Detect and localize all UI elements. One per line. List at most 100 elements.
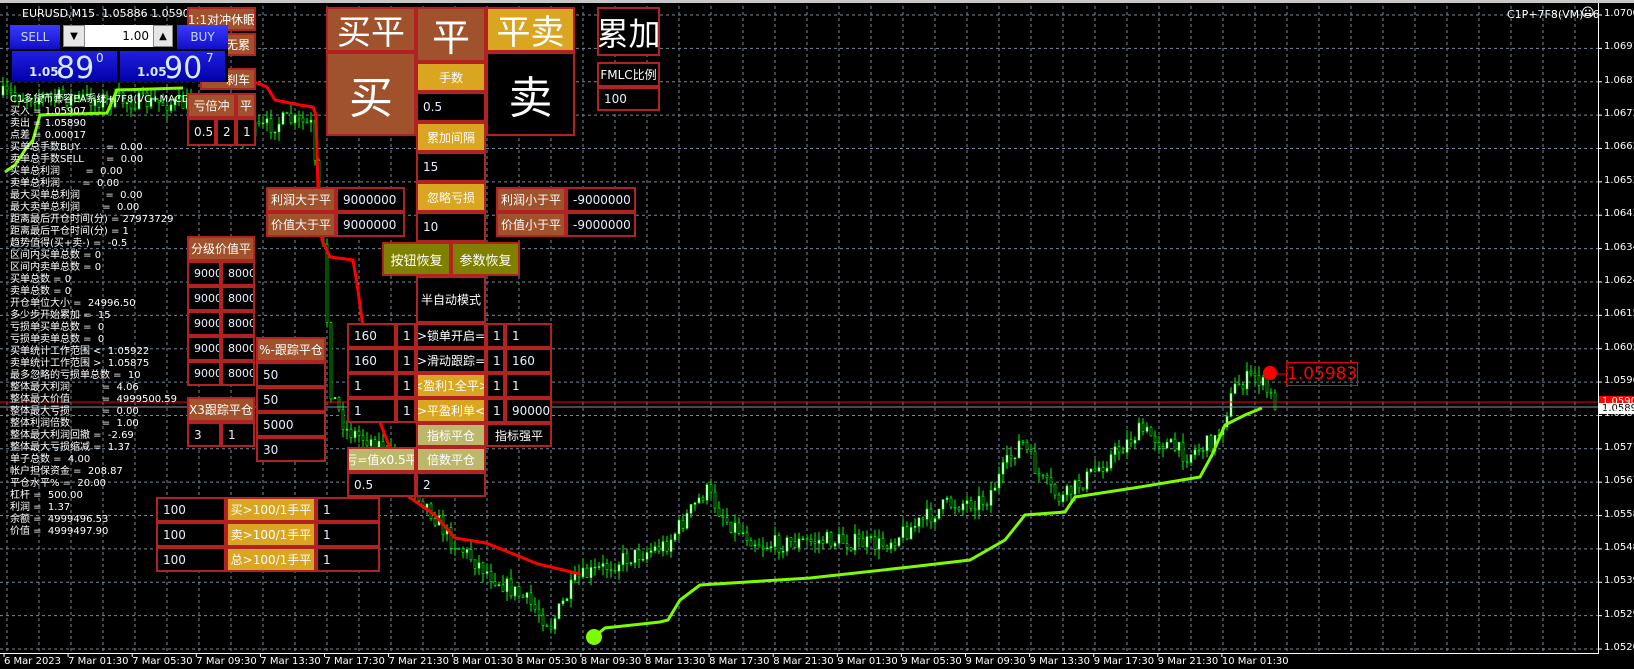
x3-trailing-close-button[interactable]: X3跟踪平仓 bbox=[187, 397, 255, 422]
rule-field[interactable]: 160 bbox=[347, 323, 396, 348]
x3-trailing-field[interactable]: 3 bbox=[187, 422, 221, 447]
param-restore-button[interactable]: 参数恢复 bbox=[451, 242, 520, 276]
tier-value-field[interactable]: 90000 bbox=[187, 361, 221, 386]
semi-auto-mode-button[interactable]: 半自动模式 bbox=[416, 276, 486, 323]
hedge-close-button[interactable]: 平 bbox=[236, 93, 256, 118]
buy-button[interactable]: BUY bbox=[177, 25, 228, 49]
tier-value-field[interactable]: 80000 bbox=[221, 286, 255, 311]
lots-decrease-button[interactable]: ▼ bbox=[63, 25, 85, 47]
sell-price-button[interactable]: 1.05 89 0 bbox=[12, 51, 117, 86]
fmlc-ratio-field[interactable]: 100 bbox=[597, 87, 660, 111]
candle bbox=[333, 397, 337, 400]
hedge-ratio-field[interactable]: 0.5 bbox=[187, 118, 216, 146]
rule-label-button[interactable]: >锁单开启= bbox=[416, 323, 486, 348]
tier-value-field[interactable]: 90000 bbox=[187, 261, 221, 286]
profit-less-close-button[interactable]: 利润小于平 bbox=[496, 187, 566, 212]
loss-value-close-button[interactable]: 亏=值x0.5平 bbox=[347, 447, 416, 472]
loss-multiple-hedge-button[interactable]: 亏倍冲 bbox=[187, 93, 236, 118]
tier-value-field[interactable]: 90000 bbox=[187, 286, 221, 311]
rule-field[interactable]: 1 bbox=[505, 323, 552, 348]
rule-label-button[interactable]: >滑动跟踪= bbox=[416, 348, 486, 373]
rule-field[interactable]: 1 bbox=[396, 323, 416, 348]
sell-button[interactable]: SELL bbox=[10, 25, 60, 49]
tier-value-field[interactable]: 80000 bbox=[221, 361, 255, 386]
profit-less-field[interactable]: -9000000 bbox=[566, 187, 636, 212]
rule-field[interactable]: 1 bbox=[486, 373, 505, 398]
tier-value-field[interactable]: 90000 bbox=[187, 336, 221, 361]
tier-value-field[interactable]: 80000 bbox=[221, 336, 255, 361]
hedge-close-field[interactable]: 1 bbox=[236, 118, 256, 146]
buy-close-button[interactable]: 买平 bbox=[326, 7, 416, 52]
threshold-field[interactable]: 100 bbox=[156, 547, 226, 572]
indicator-force-close-button[interactable]: 指标强平 bbox=[486, 423, 552, 447]
candle bbox=[1081, 487, 1085, 490]
rule-field[interactable]: 1 bbox=[486, 398, 505, 423]
sell-button-large[interactable]: 卖 bbox=[486, 52, 575, 136]
threshold-lots-field[interactable]: 1 bbox=[316, 547, 380, 572]
profit-greater-field[interactable]: 9000000 bbox=[336, 187, 405, 212]
percent-trailing-field[interactable]: 50 bbox=[256, 387, 326, 412]
ignore-loss-field[interactable]: 10 bbox=[416, 212, 486, 242]
multiplier-field[interactable]: 2 bbox=[416, 472, 486, 497]
value-less-close-button[interactable]: 价值小于平 bbox=[496, 212, 566, 237]
rule-field[interactable]: 900000 bbox=[505, 398, 552, 423]
sell-close-button[interactable]: 平卖 bbox=[486, 7, 575, 52]
percent-trailing-close-button[interactable]: %-跟踪平仓 bbox=[256, 337, 326, 362]
lots-increase-button[interactable]: ▲ bbox=[153, 25, 173, 47]
profit-greater-close-button[interactable]: 利润大于平 bbox=[266, 187, 336, 212]
button-restore-button[interactable]: 按钮恢复 bbox=[382, 242, 451, 276]
rule-label-button[interactable]: >平盈利单< bbox=[416, 398, 486, 423]
value-greater-close-button[interactable]: 价值大于平 bbox=[266, 212, 336, 237]
info-line: 整体利润倍数 = 1.00 bbox=[10, 418, 139, 429]
indicator-close-button[interactable]: 指标平仓 bbox=[416, 423, 486, 447]
tier-value-field[interactable]: 80000 bbox=[221, 261, 255, 286]
time-axis-label: 8 Mar 13:30 bbox=[645, 656, 706, 667]
threshold-close-button[interactable]: 卖>100/1手平 bbox=[226, 522, 316, 547]
threshold-lots-field[interactable]: 1 bbox=[316, 522, 380, 547]
candle bbox=[701, 497, 705, 501]
candle bbox=[461, 548, 465, 553]
rule-field[interactable]: 1 bbox=[505, 373, 552, 398]
hedge-multiple-field[interactable]: 2 bbox=[216, 118, 236, 146]
candle bbox=[893, 542, 897, 547]
rule-field[interactable]: 1 bbox=[486, 323, 505, 348]
percent-trailing-field[interactable]: 5000 bbox=[256, 412, 326, 437]
rule-field[interactable]: 1 bbox=[396, 398, 416, 423]
threshold-field[interactable]: 100 bbox=[156, 497, 226, 522]
percent-trailing-field[interactable]: 50 bbox=[256, 362, 326, 387]
loss-value-field[interactable]: 0.5 bbox=[347, 472, 416, 497]
candle bbox=[901, 526, 905, 538]
rule-field[interactable]: 160 bbox=[505, 348, 552, 373]
rule-field[interactable]: 160 bbox=[347, 348, 396, 373]
tiered-value-close-button[interactable]: 分级价值平 bbox=[187, 236, 255, 261]
close-all-button[interactable]: 平 bbox=[416, 7, 486, 62]
time-axis-label: 9 Mar 01:30 bbox=[837, 656, 898, 667]
candle bbox=[1245, 370, 1249, 390]
x3-trailing-field[interactable]: 1 bbox=[221, 422, 255, 447]
rule-label-button[interactable]: <盈利1全平> bbox=[416, 373, 486, 398]
threshold-close-button[interactable]: 买>100/1手平 bbox=[226, 497, 316, 522]
rule-field[interactable]: 1 bbox=[396, 348, 416, 373]
accumulate-interval-field[interactable]: 15 bbox=[416, 152, 486, 182]
value-greater-field[interactable]: 9000000 bbox=[336, 212, 405, 237]
rule-field[interactable]: 1 bbox=[486, 348, 505, 373]
value-less-field[interactable]: -9000000 bbox=[566, 212, 636, 237]
rule-field[interactable]: 1 bbox=[396, 373, 416, 398]
tier-value-field[interactable]: 90000 bbox=[187, 311, 221, 336]
accumulate-button[interactable]: 累加 bbox=[597, 7, 660, 56]
threshold-lots-field[interactable]: 1 bbox=[316, 497, 380, 522]
tier-value-field[interactable]: 80000 bbox=[221, 311, 255, 336]
candle bbox=[905, 526, 909, 540]
percent-trailing-field[interactable]: 30 bbox=[256, 437, 326, 462]
price-axis-label: 1.0539 bbox=[1604, 575, 1634, 587]
info-line: 买入 = 1.05907 bbox=[10, 106, 87, 117]
lots-input[interactable]: 1.00 bbox=[85, 25, 153, 47]
rule-field[interactable]: 1 bbox=[347, 373, 396, 398]
lots-field[interactable]: 0.5 bbox=[416, 92, 486, 122]
multiplier-close-button[interactable]: 倍数平仓 bbox=[416, 447, 486, 472]
threshold-field[interactable]: 100 bbox=[156, 522, 226, 547]
rule-field[interactable]: 1 bbox=[347, 398, 396, 423]
buy-button-large[interactable]: 买 bbox=[326, 52, 416, 136]
buy-price-button[interactable]: 1.05 90 7 bbox=[120, 51, 225, 86]
threshold-close-button[interactable]: 总>100/1手平 bbox=[226, 547, 316, 572]
